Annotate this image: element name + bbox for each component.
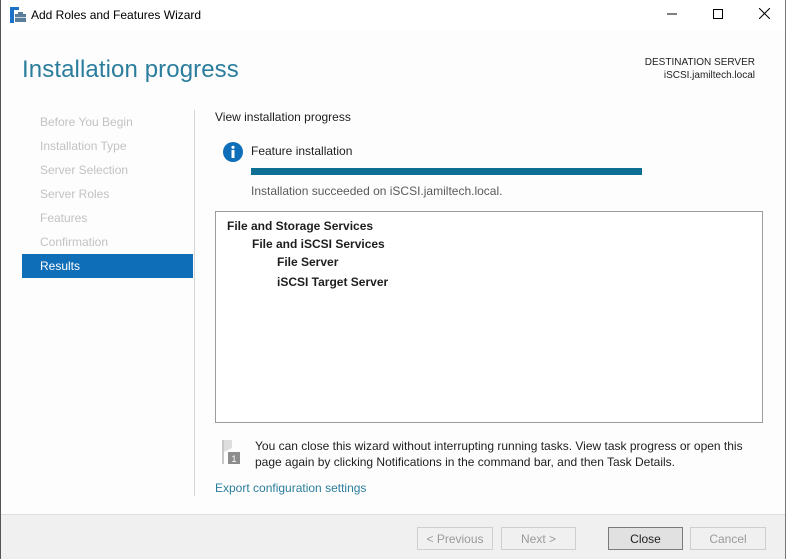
results-list[interactable]: File and Storage Services File and iSCSI… [215, 211, 763, 423]
window-title: Add Roles and Features Wizard [31, 8, 202, 22]
installation-status: Installation succeeded on iSCSI.jamiltec… [251, 184, 503, 198]
info-icon [223, 142, 243, 162]
server-manager-icon [10, 7, 26, 23]
destination-label: DESTINATION SERVER [644, 57, 755, 68]
step-installation-type: Installation Type [40, 139, 127, 153]
result-item: File and Storage Services [227, 219, 374, 233]
result-item: File and iSCSI Services [252, 237, 385, 251]
section-label: View installation progress [215, 110, 351, 124]
progress-fill [251, 168, 642, 175]
notification-flag-icon: 1 [219, 438, 241, 466]
previous-button[interactable]: < Previous [417, 527, 493, 550]
notice-text: You can close this wizard without interr… [255, 439, 743, 469]
close-button[interactable]: Close [608, 527, 683, 550]
close-window-button[interactable] [741, 0, 786, 30]
page-title: Installation progress [22, 56, 239, 83]
minimize-button[interactable] [649, 0, 695, 30]
sidebar-divider [194, 110, 195, 496]
destination-server-name: iSCSI.jamiltech.local [663, 70, 755, 81]
maximize-button[interactable] [695, 0, 741, 30]
step-server-selection: Server Selection [40, 163, 129, 177]
wizard-window: Add Roles and Features Wizard Installati… [0, 0, 786, 559]
next-button[interactable]: Next > [501, 527, 576, 550]
step-server-roles: Server Roles [40, 187, 110, 201]
feature-installation-label: Feature installation [251, 144, 353, 158]
result-item: File Server [277, 255, 339, 269]
close-icon [758, 7, 770, 22]
export-configuration-link[interactable]: Export configuration settings [215, 481, 366, 495]
step-before-you-begin: Before You Begin [40, 115, 133, 129]
installation-progress-bar [251, 168, 642, 175]
cancel-button[interactable]: Cancel [690, 527, 766, 550]
minimize-icon [667, 8, 677, 22]
result-item: iSCSI Target Server [277, 275, 389, 289]
step-confirmation: Confirmation [40, 235, 109, 249]
svg-text:1: 1 [231, 454, 236, 464]
maximize-icon [713, 8, 723, 22]
footer-bar: < Previous Next > Close Cancel [1, 514, 785, 559]
wizard-steps: Before You Begin Installation Type Serve… [22, 110, 193, 278]
title-bar: Add Roles and Features Wizard [1, 0, 785, 30]
destination-server: DESTINATION SERVER iSCSI.jamiltech.local [645, 56, 755, 82]
step-results[interactable]: Results [22, 254, 193, 278]
step-features: Features [40, 211, 88, 225]
